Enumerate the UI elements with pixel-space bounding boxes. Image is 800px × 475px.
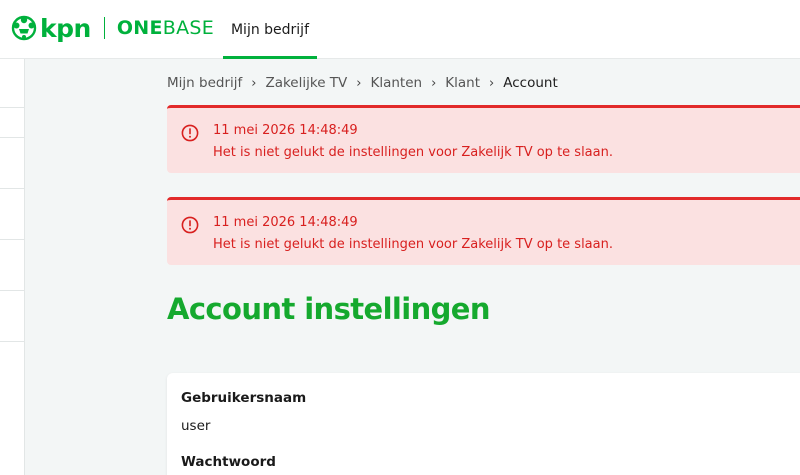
alert-timestamp: 11 mei 2026 14:48:49 [213, 215, 358, 230]
sidebar-divider [0, 341, 25, 342]
password-label: Wachtwoord [181, 454, 276, 470]
chevron-right-icon: › [489, 75, 495, 91]
sidebar-divider [0, 239, 25, 240]
brand-name: kpn [40, 13, 91, 43]
breadcrumb: Mijn bedrijf › Zakelijke TV › Klanten › … [167, 73, 558, 93]
logo-divider [103, 17, 105, 39]
error-alert: 11 mei 2026 14:48:49 Het is niet gelukt … [167, 105, 800, 173]
kpn-onebase-logo[interactable]: kpn ONEBASE [11, 12, 214, 44]
alert-message: Het is niet gelukt de instellingen voor … [213, 145, 613, 160]
sidebar-divider [0, 137, 25, 138]
top-header: kpn ONEBASE Mijn bedrijf [0, 0, 800, 59]
breadcrumb-item-zakelijke-tv[interactable]: Zakelijke TV [265, 75, 347, 91]
breadcrumb-item-mijn-bedrijf[interactable]: Mijn bedrijf [167, 75, 242, 91]
sidebar-divider [0, 290, 25, 291]
username-value: user [181, 418, 211, 434]
username-label: Gebruikersnaam [181, 390, 307, 406]
page-title: Account instellingen [167, 292, 491, 326]
alert-circle-icon [181, 216, 199, 234]
sidebar-divider [0, 188, 25, 189]
account-details-card: Gebruikersnaam user Wachtwoord [167, 373, 800, 475]
product-name: ONEBASE [117, 17, 214, 39]
sidebar-divider [0, 107, 25, 108]
product-name-one: ONE [116, 17, 163, 39]
error-alert: 11 mei 2026 14:48:49 Het is niet gelukt … [167, 197, 800, 265]
breadcrumb-item-klant[interactable]: Klant [445, 75, 480, 91]
chevron-right-icon: › [431, 75, 437, 91]
alert-circle-icon [181, 124, 199, 142]
nav-tab-label: Mijn bedrijf [230, 21, 310, 38]
alert-message: Het is niet gelukt de instellingen voor … [213, 237, 613, 252]
breadcrumb-item-klanten[interactable]: Klanten [371, 75, 423, 91]
kpn-crown-icon [11, 15, 37, 41]
chevron-right-icon: › [251, 75, 257, 91]
active-tab-indicator [223, 56, 317, 59]
chevron-right-icon: › [356, 75, 362, 91]
product-name-base: BASE [162, 17, 215, 39]
alert-timestamp: 11 mei 2026 14:48:49 [213, 123, 358, 138]
breadcrumb-item-account: Account [503, 75, 558, 91]
nav-tab-mijn-bedrijf[interactable]: Mijn bedrijf [223, 0, 317, 59]
left-sidebar [0, 59, 25, 475]
